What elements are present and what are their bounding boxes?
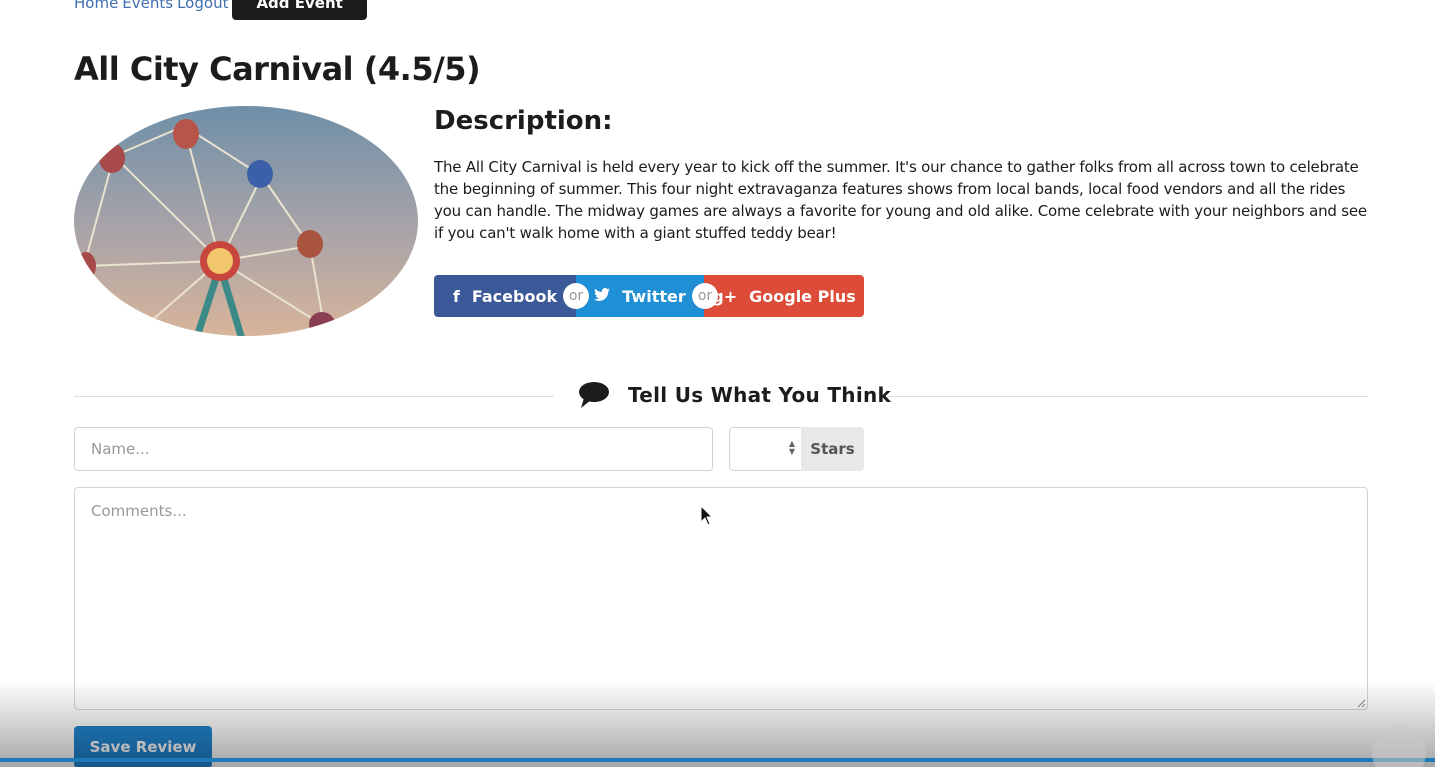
stars-field: ▲ ▼ Stars [729,427,864,471]
add-event-button[interactable]: Add Event [232,0,367,20]
divider-line-right [886,396,1368,397]
facebook-label: Facebook [471,286,558,306]
event-description: The All City Carnival is held every year… [434,158,1367,242]
nav-events-link[interactable]: Events [122,0,173,12]
facebook-icon: f [452,286,460,306]
twitter-icon [594,287,611,306]
page-title: All City Carnival (4.5/5) [74,50,481,88]
facebook-share-button[interactable]: f Facebook [434,275,576,317]
resize-handle-icon[interactable] [1356,698,1366,708]
review-section-divider: Tell Us What You Think [74,380,1368,410]
comment-bubble-icon [579,382,609,408]
nav-logout-link[interactable]: Logout [177,0,228,12]
event-image [74,106,418,336]
stars-label: Stars [801,427,864,471]
review-heading-label: Tell Us What You Think [628,383,892,407]
comments-textarea[interactable] [74,487,1368,710]
play-icon[interactable] [1372,726,1426,767]
google-plus-label: Google Plus [749,286,856,306]
stepper-icon[interactable]: ▲ ▼ [787,440,797,458]
google-plus-share-button[interactable]: g+ Google Plus [704,275,864,317]
divider-line-left [74,396,554,397]
name-input[interactable] [74,427,713,471]
mouse-cursor-icon [700,505,714,526]
description-heading: Description: [434,106,613,136]
event-page: Home Events Logout Add Event All City Ca… [0,0,1435,767]
twitter-share-button[interactable]: Twitter [576,275,704,317]
or-divider: or [692,283,718,309]
or-divider: or [563,283,589,309]
video-progress-bar[interactable] [0,758,1435,762]
review-heading: Tell Us What You Think [578,380,891,410]
stars-number-input[interactable]: ▲ ▼ [729,427,801,471]
twitter-label: Twitter [622,286,686,306]
share-buttons: f Facebook Twitter g+ Google Plus or or [434,275,864,317]
top-nav: Home Events Logout Add Event [74,0,367,20]
nav-home-link[interactable]: Home [74,0,118,12]
